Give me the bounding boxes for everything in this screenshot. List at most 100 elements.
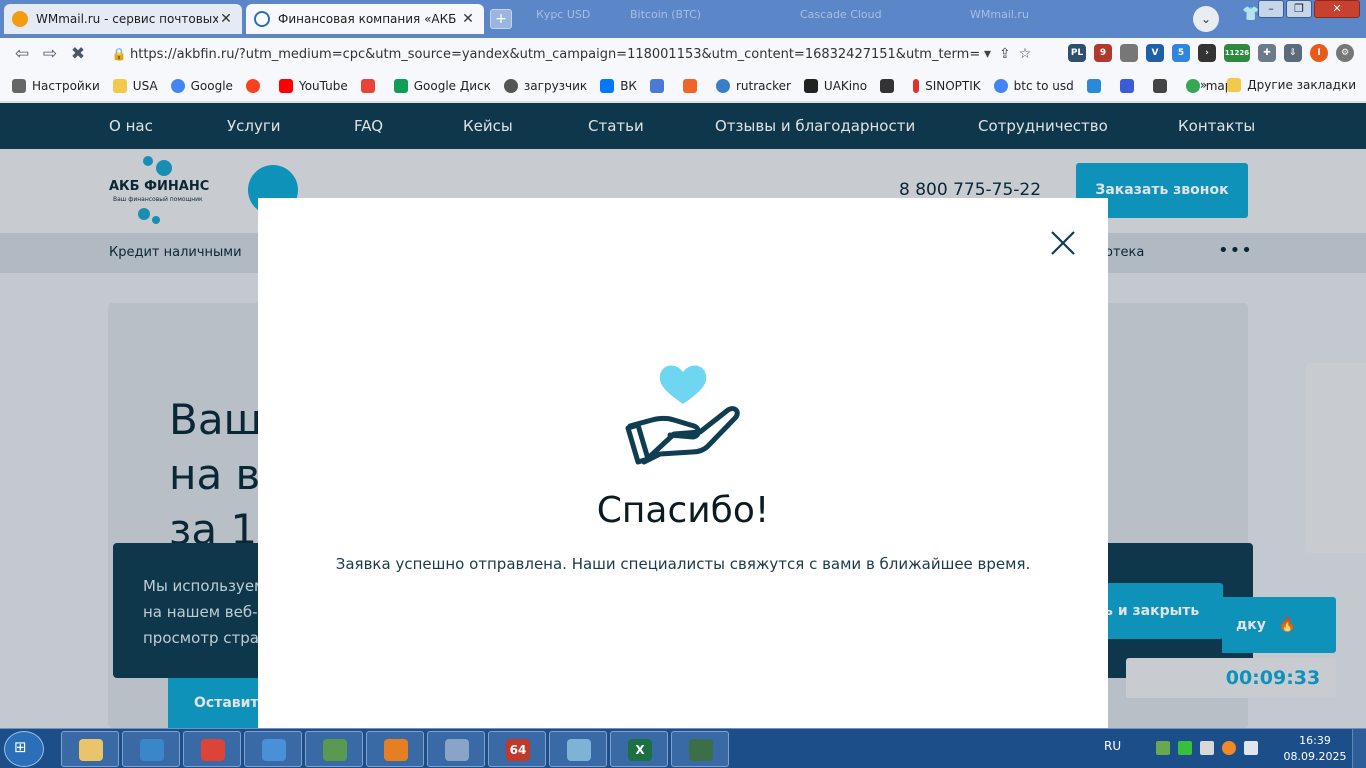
taskbar-app-network[interactable] [244, 731, 302, 767]
download-extension-icon[interactable]: 5 [1172, 44, 1190, 62]
other-bookmarks[interactable]: » Другие закладки [1200, 78, 1356, 92]
tab-title: Финансовая компания «АКБ Фин [278, 12, 460, 26]
windows-taskbar: ⊞ 64 X RU 16:39 08.09.2025 [0, 728, 1366, 768]
taskbar-app-monitor[interactable] [671, 731, 729, 767]
star-icon[interactable]: ☆ [1019, 46, 1032, 62]
stop-icon[interactable]: ✖ [64, 44, 92, 64]
bookmark-settings[interactable]: Настройки [12, 78, 100, 93]
bookmark-label: SINOPTIK [925, 78, 981, 93]
settings-icon[interactable]: ⚙ [1336, 44, 1354, 62]
bookmark-gmail[interactable] [360, 78, 381, 93]
system-clock[interactable]: 16:39 08.09.2025 [1283, 733, 1347, 765]
minimize-button[interactable]: – [1258, 0, 1284, 18]
taskbar-app-aida64[interactable]: 64 [488, 731, 546, 767]
bitcoin-extension-icon[interactable]: 11226 [1224, 44, 1250, 62]
bookmark-downloader[interactable]: загрузчик [503, 78, 587, 93]
bookmark-vk[interactable]: ВК [600, 78, 637, 93]
tab-search-button[interactable]: ⌄ [1193, 6, 1219, 32]
terminal-extension-icon[interactable]: › [1198, 44, 1216, 62]
globe-icon [503, 78, 518, 93]
chrome-icon [201, 739, 225, 761]
lock-icon[interactable]: 🔒 [108, 47, 130, 61]
status-tray-icon[interactable] [1178, 741, 1192, 755]
bookmark-sinoptik[interactable]: SINOPTIK [913, 78, 981, 93]
bookmark-arrow[interactable] [1119, 78, 1140, 93]
tab-wmmail[interactable]: WMmail.ru - сервис почтовых рас ✕ [4, 4, 242, 34]
volume-icon[interactable] [1244, 741, 1258, 755]
bookmark-label: Настройки [32, 78, 100, 93]
download-icon[interactable]: ⇩ [1284, 44, 1302, 62]
address-toolbar: ⇦ ⇨ ✖ 🔒 https://akbfin.ru/?utm_medium=cp… [0, 38, 1366, 70]
close-icon[interactable]: ✕ [218, 11, 234, 27]
show-desktop-button[interactable] [1352, 729, 1366, 768]
arrow-icon [1119, 78, 1134, 93]
modal-title: Спасибо! [596, 490, 770, 531]
v-extension-icon[interactable]: V [1146, 44, 1164, 62]
wmmail-favicon-icon [12, 11, 28, 27]
browser-tabstrip: WMmail.ru - сервис почтовых рас ✕ Финанс… [0, 0, 1366, 38]
bc-icon [1152, 78, 1167, 93]
translate-icon [649, 78, 664, 93]
briefcase-extension-icon[interactable] [1120, 44, 1138, 62]
language-indicator[interactable]: RU [1104, 739, 1121, 753]
bookmark-rutracker[interactable]: rutracker [715, 78, 791, 93]
bookmark-p[interactable] [1086, 78, 1107, 93]
taskbar-app-excel[interactable]: X [610, 731, 668, 767]
puzzle-icon[interactable]: ✚ [1258, 44, 1276, 62]
bookmark-label: btc to usd [1013, 78, 1074, 93]
ghost-tab[interactable]: Bitcoin (BTC) [630, 8, 701, 30]
more-bookmarks-button[interactable]: » [1200, 78, 1207, 92]
window-controls: – ❐ ✕ [1258, 0, 1360, 18]
new-tab-button[interactable]: + [490, 9, 512, 29]
close-icon[interactable]: ✕ [460, 11, 476, 27]
bookmark-uakino[interactable]: UAKino [803, 78, 868, 93]
close-window-button[interactable]: ✕ [1314, 0, 1360, 18]
bookmark-usa[interactable]: USA [112, 78, 158, 93]
maximize-button[interactable]: ❐ [1286, 0, 1312, 18]
shield-icon [140, 739, 164, 761]
taskbar-app-player[interactable] [366, 731, 424, 767]
bookmark-bc[interactable] [1152, 78, 1173, 93]
tab-akbfin[interactable]: Финансовая компания «АКБ Фин ✕ [246, 4, 484, 34]
flag-tray-icon[interactable] [1200, 741, 1214, 755]
bookmark-label: rutracker [735, 78, 791, 93]
taskbar-app-wise-care[interactable] [122, 731, 180, 767]
bookmark-label: Google Диск [413, 78, 491, 93]
app-tray-icon[interactable] [1222, 741, 1236, 755]
vpn-extension-icon[interactable]: PL [1068, 44, 1086, 62]
bookmark-btc-to-usd[interactable]: btc to usd [993, 78, 1074, 93]
network-tray-icon[interactable] [1156, 741, 1170, 755]
share-icon[interactable]: ⇪ [999, 46, 1011, 62]
bookmark-label: UAKino [823, 78, 868, 93]
theme-icon[interactable]: 👕 [1242, 6, 1259, 22]
p-icon [1086, 78, 1101, 93]
ghost-tab[interactable]: Курс USD [536, 8, 590, 30]
avatar[interactable]: I [1310, 44, 1328, 62]
taskbar-app-utility[interactable] [305, 731, 363, 767]
bookmark-google-drive[interactable]: Google Диск [393, 78, 491, 93]
rutracker-icon [715, 78, 730, 93]
taskbar-app-clock-app[interactable] [427, 731, 485, 767]
bookmark-chess[interactable] [880, 78, 900, 93]
maps-icon [1185, 78, 1200, 93]
bookmark-label: Google [190, 78, 233, 93]
bookmark-youtube[interactable]: YouTube [278, 78, 348, 93]
bookmark-yandex[interactable] [245, 78, 266, 93]
google-icon [993, 78, 1008, 93]
taskbar-app-explorer[interactable] [61, 731, 119, 767]
aida-icon: 64 [506, 739, 530, 761]
forward-arrow-icon[interactable]: ⇨ [36, 44, 64, 64]
bookmark-f[interactable] [682, 78, 703, 93]
ublock-extension-icon[interactable]: 9 [1094, 44, 1112, 62]
chevron-down-icon[interactable]: ▾ [984, 46, 991, 62]
close-icon[interactable] [1046, 228, 1080, 258]
url-input[interactable]: https://akbfin.ru/?utm_medium=cpc&utm_so… [130, 47, 980, 62]
bookmark-translate[interactable] [649, 78, 670, 93]
ghost-tab[interactable]: Cascade Cloud [800, 8, 882, 30]
bookmark-google[interactable]: Google [170, 78, 233, 93]
extensions-area: PL 9 V 5 › 11226 ✚ ⇩ I ⚙ [1068, 44, 1354, 62]
taskbar-app-chrome[interactable] [183, 731, 241, 767]
taskbar-app-notes[interactable] [549, 731, 607, 767]
ghost-tab[interactable]: WMmail.ru [970, 8, 1029, 30]
back-arrow-icon[interactable]: ⇦ [8, 44, 36, 64]
